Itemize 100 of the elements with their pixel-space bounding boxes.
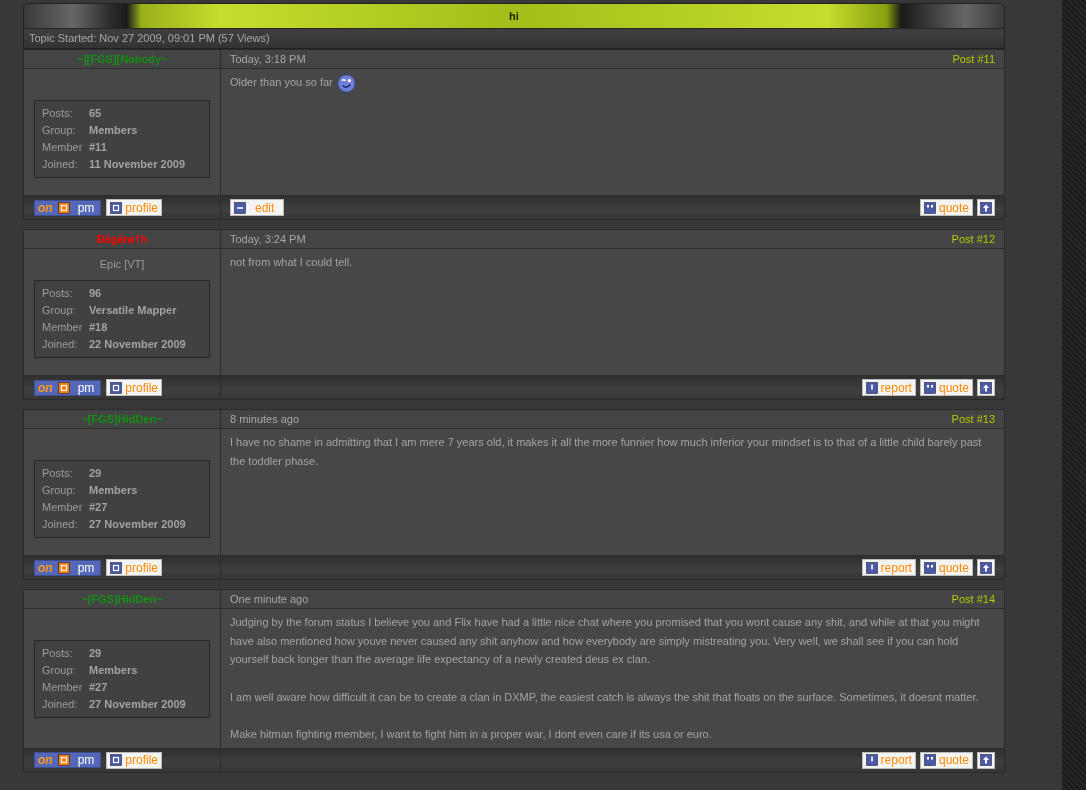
stat-value: 22 November 2009: [89, 337, 186, 353]
stat-label: Member: [42, 320, 84, 336]
post-number[interactable]: Post #14: [951, 590, 995, 608]
pm-button[interactable]: on pm: [34, 199, 102, 216]
post-number[interactable]: Post #12: [951, 230, 995, 248]
up-arrow-icon: [980, 561, 992, 574]
stat-label: Member: [42, 680, 84, 696]
stat-value: #27: [89, 680, 108, 696]
square-icon: [110, 754, 123, 767]
square-icon: [110, 381, 123, 394]
stat-label: Group:: [42, 483, 77, 499]
pm-label: pm: [76, 561, 96, 574]
stat-label: Group:: [42, 303, 77, 319]
exclamation-icon: [865, 754, 878, 767]
stat-value: 11 November 2009: [89, 157, 185, 173]
stat-label: Group:: [42, 123, 77, 139]
post-time: Today, 3:18 PM: [230, 51, 306, 67]
author-name[interactable]: ~[FGS]HidDen~: [81, 590, 163, 608]
author-name[interactable]: ~][FGS][Nobody~: [76, 50, 168, 68]
profile-button[interactable]: profile: [106, 199, 163, 216]
online-status: on: [38, 754, 53, 767]
edit-button[interactable]: edit: [230, 199, 285, 216]
quote-button[interactable]: quote: [919, 379, 973, 396]
online-status: on: [38, 381, 53, 394]
square-icon: [57, 381, 70, 394]
post-text: I am well aware how difficult it can be to create a clan in DXMP, the easiest catch is always the shit that floats on the surface. Sometimes, it doesnt matter.: [230, 689, 980, 705]
stat-label: Joined:: [42, 337, 79, 353]
post-number[interactable]: Post #13: [951, 410, 995, 428]
square-icon: [57, 561, 70, 574]
quote-button[interactable]: quote: [919, 199, 973, 216]
profile-button[interactable]: profile: [106, 559, 163, 576]
stat-label: Member: [42, 500, 84, 516]
post-text: Older than you so far: [230, 73, 995, 93]
stat-value: 29: [89, 646, 102, 662]
stat-value: #27: [89, 500, 108, 516]
stat-label: Posts:: [42, 646, 74, 662]
top-button[interactable]: [977, 751, 995, 769]
online-status: on: [38, 561, 53, 574]
stat-label: Posts:: [42, 286, 74, 302]
square-icon: [57, 201, 70, 214]
quote-icon: [923, 381, 936, 394]
square-icon: [110, 561, 123, 574]
stat-label: Joined:: [42, 517, 79, 533]
post-text: I have no shame in admitting that I am mere 7 years old, it makes it all the more funnier how much inferior your mindset is to that of a little child barely past the toddler phase.: [230, 435, 983, 469]
online-status: on: [38, 201, 53, 214]
stat-label: Joined:: [42, 157, 79, 173]
post-text: Judging by the forum status I believe you and Flix have had a little nice chat where you promised that you wont cause any shit, and while at that you might have also mentioned how youve never caused any shit anyhow and how everybody are simply mistreating you. Very well, we shall see if you can hold yourself back longer than the average life expectancy of a newly created deus ex clan.: [230, 615, 981, 668]
author-name[interactable]: ~[FGS]HidDen~: [81, 410, 163, 428]
exclamation-icon: [865, 561, 878, 574]
stat-value: 27 November 2009: [89, 517, 186, 533]
post-time: Today, 3:24 PM: [230, 231, 306, 247]
pm-label: pm: [76, 381, 96, 394]
post-time: 8 minutes ago: [230, 411, 300, 427]
up-arrow-icon: [980, 754, 992, 767]
stat-value: 29: [89, 466, 102, 482]
up-arrow-icon: [980, 381, 992, 394]
top-button[interactable]: [977, 559, 995, 576]
stat-label: Group:: [42, 663, 77, 679]
quote-button[interactable]: quote: [919, 751, 973, 769]
top-button[interactable]: [977, 199, 995, 216]
author-name[interactable]: Ðägärø†h: [96, 230, 148, 248]
stat-value: 27 November 2009: [89, 697, 186, 713]
pm-button[interactable]: on pm: [34, 752, 102, 769]
square-icon: [110, 201, 123, 214]
stat-label: Joined:: [42, 697, 79, 713]
stat-label: Posts:: [42, 106, 74, 122]
report-button[interactable]: report: [861, 559, 916, 576]
stat-label: Member: [42, 140, 84, 156]
stat-value: #11: [89, 140, 107, 156]
pm-label: pm: [76, 754, 96, 767]
report-button[interactable]: report: [861, 751, 916, 769]
stat-value: Members: [89, 483, 138, 499]
post-number[interactable]: Post #11: [952, 50, 995, 68]
member-title: Epic [VT]: [99, 257, 145, 273]
stat-value: 96: [89, 286, 102, 302]
report-button[interactable]: report: [861, 379, 916, 396]
pm-button[interactable]: on pm: [34, 379, 102, 396]
profile-button[interactable]: profile: [106, 379, 163, 396]
quote-icon: [923, 201, 936, 214]
top-button[interactable]: [977, 379, 995, 396]
stat-value: 65: [89, 106, 102, 122]
stat-value: Members: [89, 663, 138, 679]
topic-title: hi: [509, 8, 519, 24]
stat-label: Posts:: [42, 466, 74, 482]
quote-icon: [923, 561, 936, 574]
topic-started-info: Topic Started: Nov 27 2009, 09:01 PM (57 Views): [29, 31, 270, 47]
square-icon: [57, 754, 70, 767]
quote-icon: [923, 754, 936, 767]
stat-value: Versatile Mapper: [89, 303, 177, 319]
pm-label: pm: [76, 201, 96, 214]
post-time: One minute ago: [230, 591, 309, 607]
exclamation-icon: [865, 381, 878, 394]
minus-icon: [234, 201, 246, 214]
quote-button[interactable]: quote: [919, 559, 973, 576]
stat-value: Members: [89, 123, 138, 139]
stat-value: #18: [89, 320, 108, 336]
pm-button[interactable]: on pm: [34, 559, 102, 576]
up-arrow-icon: [980, 201, 992, 214]
post-text: not from what I could tell.: [230, 255, 354, 270]
profile-button[interactable]: profile: [106, 751, 163, 769]
